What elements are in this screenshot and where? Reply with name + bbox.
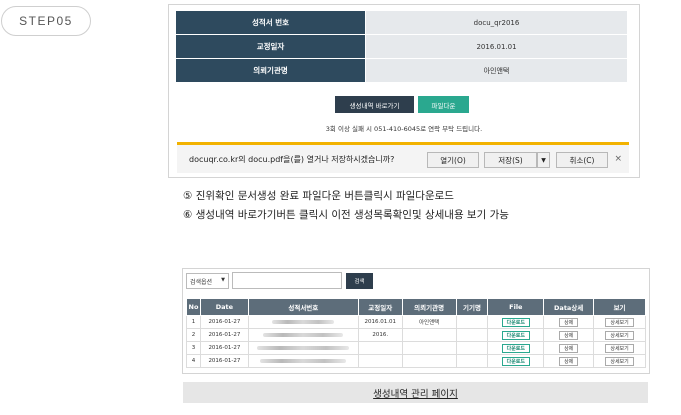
row-download-button[interactable]: 다운로드 — [501, 356, 531, 366]
row-detail-button[interactable]: 상제 — [559, 343, 579, 353]
column-header-client-org: 의뢰기관명 — [401, 298, 457, 316]
row-view-button[interactable]: 상세보기 — [605, 356, 634, 366]
row-view-button[interactable]: 상세보기 — [605, 330, 634, 340]
search-button[interactable]: 검색 — [346, 273, 373, 289]
row-file: 다운로드 — [487, 328, 545, 342]
row-client-org — [401, 354, 457, 368]
row-detail: 상제 — [543, 328, 595, 342]
column-header-cal-date: 교정일자 — [357, 298, 403, 316]
row-device — [455, 341, 489, 355]
redacted-text — [263, 332, 344, 337]
contact-notice: 3회 이상 실패 시 051-410-6045로 연락 부탁 드립니다. — [325, 125, 483, 133]
row-file: 다운로드 — [487, 354, 545, 368]
table-row: 4 2016-01-27 다운로드 상제 상세보기 — [186, 354, 646, 368]
row-device — [455, 328, 489, 342]
redacted-text — [260, 358, 347, 363]
history-page-caption: 생성내역 관리 페이지 — [183, 382, 648, 403]
certificate-number-label: 성적서 번호 — [175, 10, 366, 35]
row-view: 상세보기 — [593, 341, 646, 355]
row-detail: 상제 — [543, 315, 595, 329]
row-date: 2016-01-27 — [199, 328, 249, 342]
save-options-arrow-icon[interactable]: ▼ — [537, 152, 550, 168]
table-header-row: No Date 성적서번호 교정일자 의뢰기관명 기기명 File Data상세… — [186, 298, 646, 316]
row-detail-button[interactable]: 상제 — [559, 330, 579, 340]
row-client-org — [401, 341, 457, 355]
description-step-5: ⑤ 진위확인 문서생성 완료 파일다운 버튼클릭시 파일다운로드 — [183, 190, 454, 202]
row-view: 상세보기 — [593, 354, 646, 368]
table-row: 의뢰기관명 아인앤택 — [175, 58, 628, 83]
row-cal-date: 2016. — [357, 328, 403, 342]
calibration-date-value: 2016.01.01 — [365, 34, 628, 59]
redacted-text — [257, 345, 350, 350]
chevron-down-icon: ▼ — [221, 277, 225, 283]
column-header-device: 기기명 — [455, 298, 489, 316]
history-shortcut-button[interactable]: 생성내역 바로가기 — [335, 96, 414, 113]
search-option-value: 검색옵션 — [190, 278, 213, 286]
step-badge: STEP05 — [1, 6, 91, 36]
table-row: 2 2016-01-27 2016. 다운로드 상제 상세보기 — [186, 328, 646, 342]
calibration-date-label: 교정일자 — [175, 34, 366, 59]
row-cert-number-redacted — [247, 315, 359, 329]
row-client-org — [401, 328, 457, 342]
row-download-button[interactable]: 다운로드 — [501, 330, 531, 340]
download-notification-bar: docuqr.co.kr의 docu.pdf을(를) 열거나 저장하시겠습니까?… — [177, 142, 629, 173]
cancel-button[interactable]: 취소(C) — [556, 152, 608, 168]
row-view: 상세보기 — [593, 315, 646, 329]
certificate-number-value: docu_qr2016 — [365, 10, 628, 35]
row-no: 3 — [186, 341, 201, 355]
table-row: 교정일자 2016.01.01 — [175, 34, 628, 59]
row-download-button[interactable]: 다운로드 — [501, 317, 531, 327]
row-detail-button[interactable]: 상제 — [559, 356, 579, 366]
row-cal-date — [357, 354, 403, 368]
certificate-info-table: 성적서 번호 docu_qr2016 교정일자 2016.01.01 의뢰기관명… — [175, 10, 628, 83]
row-client-org: 아인앤택 — [401, 315, 457, 329]
row-cal-date: 2016.01.01 — [357, 315, 403, 329]
row-download-button[interactable]: 다운로드 — [501, 343, 531, 353]
row-view: 상세보기 — [593, 328, 646, 342]
close-icon[interactable]: × — [614, 154, 622, 164]
save-button[interactable]: 저장(S) — [484, 152, 537, 168]
row-date: 2016-01-27 — [199, 341, 249, 355]
table-row: 3 2016-01-27 다운로드 상제 상세보기 — [186, 341, 646, 355]
download-message: docuqr.co.kr의 docu.pdf을(를) 열거나 저장하시겠습니까? — [189, 155, 395, 164]
description-step-6: ⑥ 생성내역 바로가기버튼 클릭시 이전 생성목록확인및 상세내용 보기 가능 — [183, 209, 509, 221]
row-view-button[interactable]: 상세보기 — [605, 317, 634, 327]
history-list-screenshot: 검색옵션 ▼ 검색 No Date 성적서번호 교정일자 의뢰기관명 기기명 F… — [182, 268, 650, 374]
row-detail: 상제 — [543, 354, 595, 368]
row-cal-date — [357, 341, 403, 355]
search-option-select[interactable]: 검색옵션 ▼ — [186, 273, 229, 289]
search-input[interactable] — [232, 272, 342, 289]
row-detail: 상제 — [543, 341, 595, 355]
open-button[interactable]: 열기(O) — [427, 152, 479, 168]
row-device — [455, 315, 489, 329]
row-file: 다운로드 — [487, 315, 545, 329]
file-download-button[interactable]: 파일다운 — [418, 96, 469, 113]
history-page-link[interactable]: 생성내역 관리 페이지 — [373, 386, 458, 400]
row-detail-button[interactable]: 상제 — [559, 317, 579, 327]
column-header-file: File — [487, 298, 545, 316]
column-header-data-detail: Data상세 — [543, 298, 595, 316]
column-header-view: 보기 — [593, 298, 646, 316]
row-view-button[interactable]: 상세보기 — [605, 343, 634, 353]
redacted-text — [272, 319, 335, 324]
table-row: 성적서 번호 docu_qr2016 — [175, 10, 628, 35]
row-date: 2016-01-27 — [199, 354, 249, 368]
client-org-value: 아인앤택 — [365, 58, 628, 83]
row-cert-number-redacted — [247, 354, 359, 368]
row-file: 다운로드 — [487, 341, 545, 355]
client-org-label: 의뢰기관명 — [175, 58, 366, 83]
column-header-date: Date — [199, 298, 249, 316]
row-no: 2 — [186, 328, 201, 342]
column-header-no: No — [186, 298, 201, 316]
row-date: 2016-01-27 — [199, 315, 249, 329]
row-no: 1 — [186, 315, 201, 329]
certificate-result-screenshot: 성적서 번호 docu_qr2016 교정일자 2016.01.01 의뢰기관명… — [168, 4, 640, 178]
row-no: 4 — [186, 354, 201, 368]
table-row: 1 2016-01-27 2016.01.01 아인앤택 다운로드 상제 상세보… — [186, 315, 646, 329]
column-header-cert-number: 성적서번호 — [247, 298, 359, 316]
row-cert-number-redacted — [247, 341, 359, 355]
row-cert-number-redacted — [247, 328, 359, 342]
history-table: No Date 성적서번호 교정일자 의뢰기관명 기기명 File Data상세… — [186, 298, 646, 368]
row-device — [455, 354, 489, 368]
